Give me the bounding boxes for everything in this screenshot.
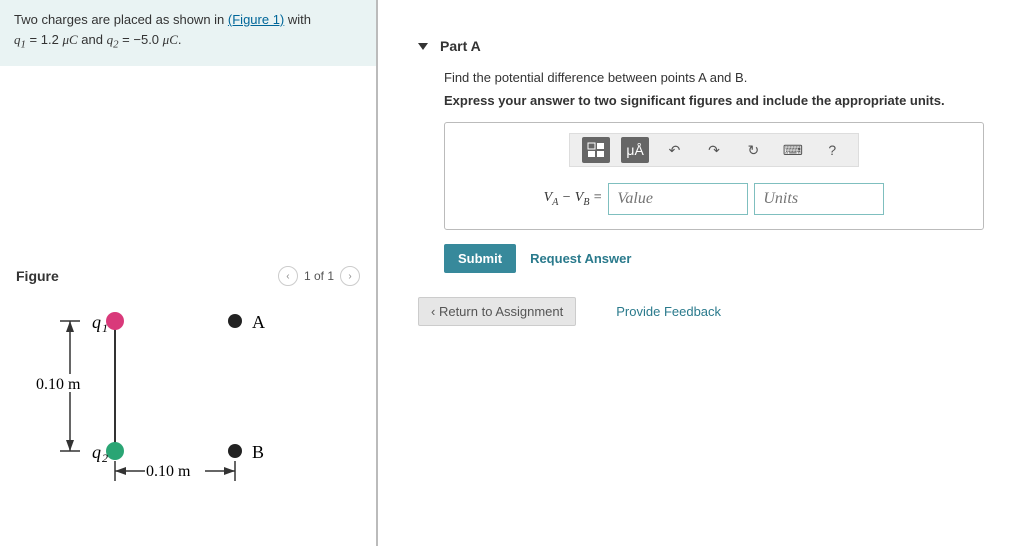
problem-suffix: with [288,12,311,27]
templates-button[interactable] [582,137,610,163]
equation-label: VA − VB = [544,190,603,208]
svg-text:1: 1 [102,321,108,335]
figure-pager-text: 1 of 1 [304,269,334,283]
figure-heading: Figure [16,268,59,284]
submit-button[interactable]: Submit [444,244,516,273]
svg-text:0.10 m: 0.10 m [36,376,81,393]
problem-statement: Two charges are placed as shown in (Figu… [0,0,376,66]
problem-prefix: Two charges are placed as shown in [14,12,228,27]
units-input[interactable] [754,183,884,215]
figure-pager: ‹ 1 of 1 › [278,266,360,286]
value-input[interactable] [608,183,748,215]
help-button[interactable]: ? [818,137,846,163]
figure-prev-button[interactable]: ‹ [278,266,298,286]
part-header[interactable]: Part A [418,38,1004,54]
provide-feedback-link[interactable]: Provide Feedback [616,304,721,319]
special-chars-button[interactable]: μÅ [621,137,649,163]
svg-text:q: q [92,312,101,332]
svg-text:B: B [252,442,264,462]
figure-link[interactable]: (Figure 1) [228,12,284,27]
q2-value: −5.0 [133,32,159,47]
formula-toolbar: μÅ ↶ ↷ ↻ ⌨ ? [569,133,859,167]
svg-text:2: 2 [102,451,108,465]
collapse-caret-icon [418,43,428,50]
svg-text:A: A [252,312,265,332]
reset-button[interactable]: ↻ [739,137,767,163]
svg-text:q: q [92,442,101,462]
part-title: Part A [440,38,481,54]
request-answer-link[interactable]: Request Answer [530,251,631,266]
redo-button[interactable]: ↷ [700,137,728,163]
instruction-text: Express your answer to two significant f… [444,93,1004,108]
svg-text:0.10 m: 0.10 m [146,463,191,480]
figure-canvas: q 1 q 2 0.10 m 0.10 m A B [20,296,366,526]
question-text: Find the potential difference between po… [444,70,1004,85]
figure-next-button[interactable]: › [340,266,360,286]
keyboard-button[interactable]: ⌨ [779,137,807,163]
chevron-left-icon: ‹ [431,304,439,319]
undo-button[interactable]: ↶ [661,137,689,163]
return-to-assignment-button[interactable]: ‹ Return to Assignment [418,297,576,326]
q1-value: 1.2 [41,32,59,47]
answer-panel: μÅ ↶ ↷ ↻ ⌨ ? VA − VB = [444,122,984,230]
